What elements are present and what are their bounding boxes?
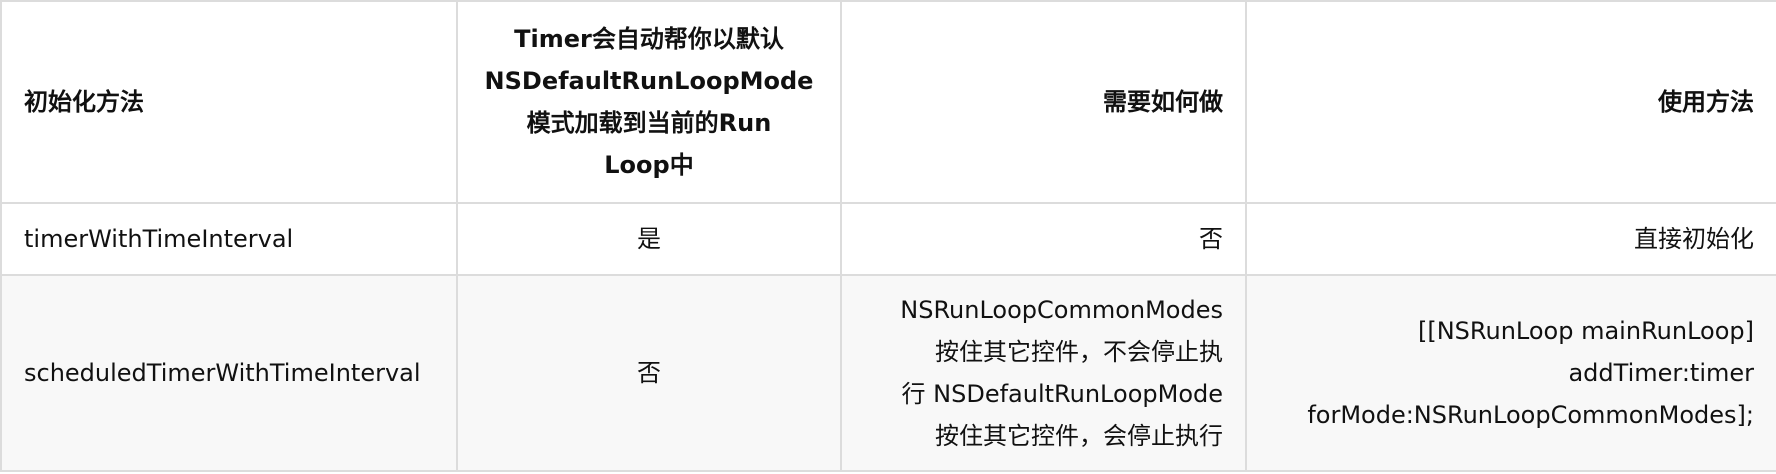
- cell-text: timerWithTimeInterval: [24, 225, 294, 253]
- header-cell-text: 初始化方法: [24, 88, 144, 116]
- cell-text: 否: [1199, 225, 1223, 253]
- header-cell-text: NSDefaultRunLoopMode: [484, 67, 814, 95]
- header-usage: 使用方法: [1245, 0, 1776, 204]
- header-row: 初始化方法 Timer会自动帮你以默认 NSDefaultRunLoopMode…: [0, 0, 1776, 204]
- table-cell: 否: [456, 274, 842, 472]
- table-row: scheduledTimerWithTimeInterval 否 NSRunLo…: [0, 274, 1776, 472]
- header-init-method: 初始化方法: [0, 0, 458, 204]
- cell-text: 是: [637, 225, 661, 253]
- cell-text: 按住其它控件，不会停止执: [935, 338, 1223, 366]
- header-cell-text: Loop中: [604, 151, 694, 179]
- cell-text: 按住其它控件，会停止执行: [935, 422, 1223, 450]
- cell-text: [[NSRunLoop mainRunLoop]: [1417, 317, 1754, 345]
- cell-text: 直接初始化: [1634, 225, 1754, 253]
- comparison-table: 初始化方法 Timer会自动帮你以默认 NSDefaultRunLoopMode…: [0, 0, 1776, 472]
- table-cell: 是: [456, 202, 842, 276]
- header-cell-text: 模式加载到当前的Run: [526, 109, 772, 137]
- table-row: timerWithTimeInterval 是 否 直接初始化: [0, 202, 1776, 276]
- cell-text: addTimer:timer: [1568, 359, 1754, 387]
- header-cell-text: Timer会自动帮你以默认: [514, 25, 784, 53]
- cell-text: 行 NSDefaultRunLoopMode: [901, 380, 1223, 408]
- table-cell: 否: [840, 202, 1247, 276]
- table-cell: timerWithTimeInterval: [0, 202, 458, 276]
- table-cell: 直接初始化: [1245, 202, 1776, 276]
- cell-text: forMode:NSRunLoopCommonModes];: [1307, 401, 1754, 429]
- cell-text: 否: [637, 359, 661, 387]
- header-what-to-do: 需要如何做: [840, 0, 1247, 204]
- header-auto-load-runloop: Timer会自动帮你以默认 NSDefaultRunLoopMode 模式加载到…: [456, 0, 842, 204]
- cell-text: NSRunLoopCommonModes: [900, 296, 1223, 324]
- header-cell-text: 使用方法: [1658, 88, 1754, 116]
- cell-text: scheduledTimerWithTimeInterval: [24, 359, 421, 387]
- table-cell: NSRunLoopCommonModes 按住其它控件，不会停止执 行 NSDe…: [840, 274, 1247, 472]
- header-cell-text: 需要如何做: [1103, 88, 1223, 116]
- table-cell: scheduledTimerWithTimeInterval: [0, 274, 458, 472]
- table-cell: [[NSRunLoop mainRunLoop] addTimer:timer …: [1245, 274, 1776, 472]
